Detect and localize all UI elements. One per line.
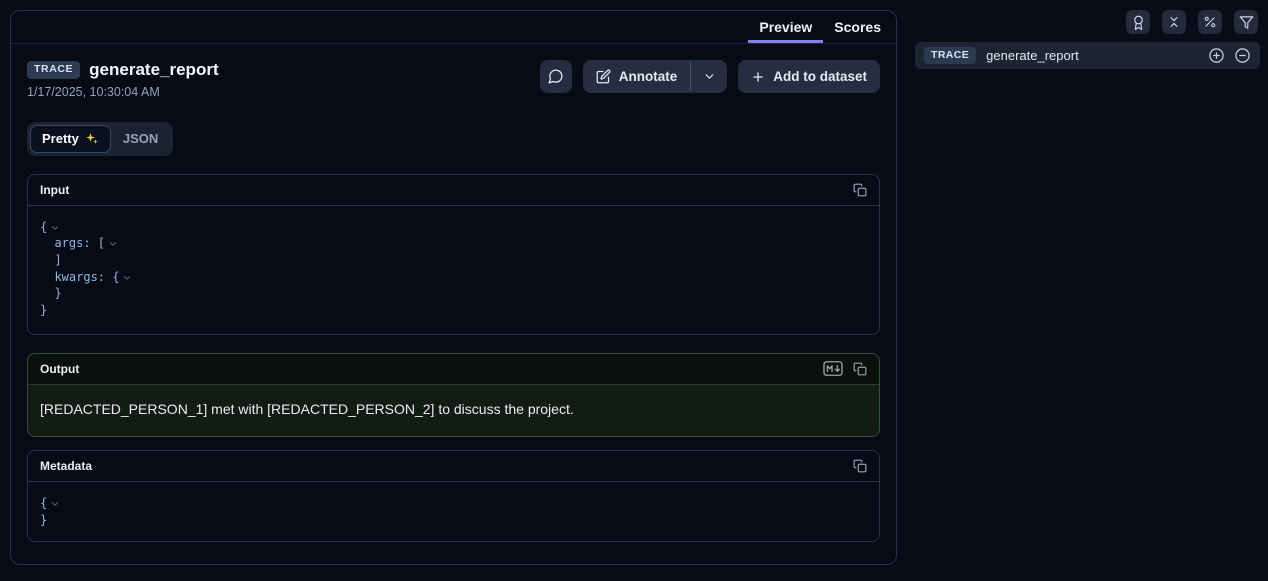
- tab-scores[interactable]: Scores: [823, 11, 892, 43]
- tree-toolbar: [1126, 10, 1258, 34]
- metadata-section-header: Metadata: [28, 451, 879, 482]
- tab-bar: Preview Scores: [11, 11, 896, 44]
- funnel-icon: [1239, 15, 1254, 30]
- trace-header: TRACE generate_report 1/17/2025, 10:30:0…: [27, 60, 880, 99]
- metadata-section: Metadata { }: [27, 450, 880, 542]
- chevron-down-icon[interactable]: [122, 273, 132, 283]
- json-line: args: [: [40, 235, 867, 252]
- input-section: Input { args: [ ] kwargs: { } }: [27, 174, 880, 335]
- chevron-down-icon[interactable]: [50, 223, 60, 233]
- tab-scores-label: Scores: [834, 19, 881, 35]
- percent-icon: [1203, 15, 1217, 29]
- pencil-square-icon: [596, 69, 611, 84]
- collapse-node-button[interactable]: [1234, 47, 1251, 64]
- trace-type-badge: TRACE: [27, 61, 80, 79]
- json-line: {: [40, 219, 867, 236]
- annotate-label: Annotate: [619, 69, 678, 84]
- output-section-header: Output: [28, 354, 879, 385]
- medal-icon: [1131, 15, 1146, 30]
- pretty-toggle[interactable]: Pretty: [30, 125, 111, 153]
- json-line: ]: [40, 252, 867, 269]
- speech-bubble-icon: [547, 68, 564, 85]
- copy-input-button[interactable]: [853, 183, 867, 197]
- output-content: [REDACTED_PERSON_1] met with [REDACTED_P…: [28, 385, 879, 436]
- input-section-header: Input: [28, 175, 879, 206]
- copy-icon: [853, 362, 867, 376]
- metadata-json-viewer: { }: [28, 482, 879, 541]
- trace-detail-panel: Preview Scores TRACE generate_report 1/1…: [10, 10, 897, 565]
- chevron-down-icon[interactable]: [50, 499, 60, 509]
- json-label: JSON: [123, 131, 158, 147]
- plus-icon: [751, 70, 765, 84]
- add-to-dataset-label: Add to dataset: [773, 69, 867, 84]
- annotate-button[interactable]: Annotate: [583, 60, 691, 93]
- sparkles-icon: [85, 132, 99, 146]
- annotate-split-button: Annotate: [583, 60, 728, 93]
- markdown-icon: [823, 361, 843, 376]
- copy-icon: [853, 459, 867, 473]
- show-percentiles-button[interactable]: [1198, 10, 1222, 34]
- copy-output-button[interactable]: [853, 362, 867, 376]
- input-section-title: Input: [40, 183, 69, 197]
- chevron-down-icon: [703, 70, 716, 83]
- tab-preview-label: Preview: [759, 19, 812, 35]
- json-toggle[interactable]: JSON: [111, 125, 170, 153]
- json-line: }: [40, 302, 867, 319]
- circled-minus-icon: [1234, 47, 1251, 64]
- feedback-button[interactable]: [1126, 10, 1150, 34]
- json-line: kwargs: {: [40, 269, 867, 286]
- output-section-title: Output: [40, 362, 79, 376]
- copy-icon: [853, 183, 867, 197]
- json-line: }: [40, 512, 867, 529]
- trace-header-left: TRACE generate_report 1/17/2025, 10:30:0…: [27, 60, 219, 99]
- add-to-dataset-button[interactable]: Add to dataset: [738, 60, 880, 93]
- markdown-toggle-button[interactable]: [823, 361, 843, 376]
- tab-preview[interactable]: Preview: [748, 11, 823, 43]
- trace-name: generate_report: [986, 48, 1198, 63]
- copy-metadata-button[interactable]: [853, 459, 867, 473]
- page-title: generate_report: [89, 60, 218, 80]
- chevron-down-icon[interactable]: [108, 239, 118, 249]
- pretty-label: Pretty: [42, 131, 79, 147]
- json-line: {: [40, 495, 867, 512]
- collapse-vertical-icon: [1167, 15, 1181, 29]
- output-section: Output [REDACTED_PERSON_1] met with [RED…: [27, 353, 880, 437]
- render-mode-toggle: Pretty JSON: [27, 122, 173, 156]
- json-line: }: [40, 285, 867, 302]
- trace-timestamp: 1/17/2025, 10:30:04 AM: [27, 85, 219, 99]
- metadata-section-title: Metadata: [40, 459, 92, 473]
- filter-button[interactable]: [1234, 10, 1258, 34]
- trace-type-badge: TRACE: [924, 47, 976, 65]
- comment-button[interactable]: [540, 60, 572, 93]
- annotate-dropdown-button[interactable]: [691, 60, 727, 93]
- trace-tree-row[interactable]: TRACE generate_report: [915, 42, 1260, 69]
- circled-plus-icon: [1208, 47, 1225, 64]
- input-json-viewer: { args: [ ] kwargs: { } }: [28, 206, 879, 334]
- trace-actions: Annotate Add to dataset: [540, 60, 880, 93]
- expand-node-button[interactable]: [1208, 47, 1225, 64]
- collapse-all-button[interactable]: [1162, 10, 1186, 34]
